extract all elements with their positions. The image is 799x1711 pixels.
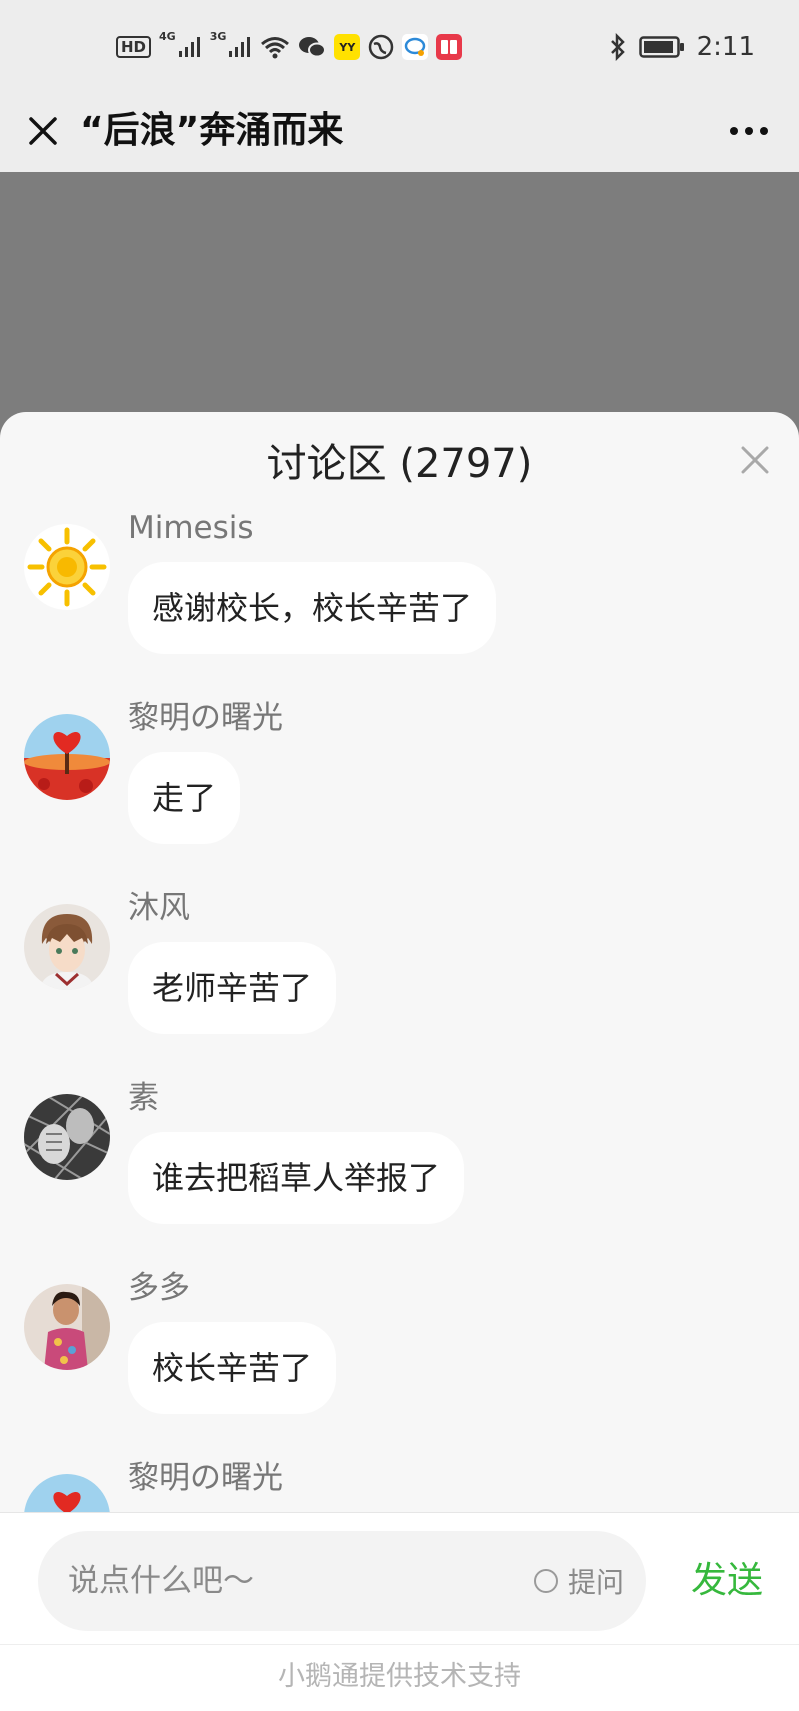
close-icon xyxy=(741,446,769,474)
battery-icon xyxy=(638,35,685,59)
heart-tree-avatar[interactable] xyxy=(24,714,110,800)
comment-item: 黎明の曙光 xyxy=(0,1458,799,1512)
comment-author: Mimesis xyxy=(128,510,254,546)
send-button[interactable]: 发送 xyxy=(691,1531,763,1631)
close-discussion-button[interactable] xyxy=(733,438,777,482)
child-photo-avatar[interactable] xyxy=(24,1284,110,1370)
wechat-icon xyxy=(298,35,327,59)
comment-author: 沐风 xyxy=(128,890,190,926)
chat-app-icon xyxy=(402,34,429,60)
input-bar: 说点什么吧～ 提问 发送 xyxy=(0,1512,799,1631)
close-page-button[interactable] xyxy=(20,108,66,154)
signal-4g-icon xyxy=(178,36,202,58)
comment-list[interactable]: Mimesis 感谢校长，校长辛苦了 黎明の曙光 走了 沐风 老师辛苦了 素 谁… xyxy=(0,508,799,1512)
powered-by-footer: 小鹅通提供技术支持 xyxy=(0,1644,799,1711)
comment-bubble[interactable]: 感谢校长，校长辛苦了 xyxy=(128,562,497,654)
status-bar: HD 4G 3G YY 2:11 xyxy=(0,0,799,92)
network-3g-label: 3G xyxy=(209,30,227,43)
comment-item: 素 谁去把稻草人举报了 xyxy=(0,1078,799,1268)
comment-bubble[interactable]: 走了 xyxy=(128,752,241,844)
comment-bubble[interactable]: 老师辛苦了 xyxy=(128,942,337,1034)
radio-icon[interactable] xyxy=(533,1569,558,1593)
discussion-sheet: 讨论区 (2797) Mimesis 感谢校长，校长辛苦了 黎明の曙光 走了 沐… xyxy=(0,412,799,1711)
comment-bubble[interactable]: 谁去把稻草人举报了 xyxy=(128,1132,465,1224)
ask-question-label: 提问 xyxy=(567,1566,624,1599)
anime-boy-avatar[interactable] xyxy=(24,904,110,990)
reader-app-icon xyxy=(436,34,463,60)
comment-author: 黎明の曙光 xyxy=(128,700,283,736)
comment-author: 多多 xyxy=(128,1270,190,1306)
comment-input-placeholder: 说点什么吧～ xyxy=(68,1563,254,1599)
network-4g-label: 4G xyxy=(159,30,176,43)
more-icon xyxy=(730,127,768,135)
yy-app-icon: YY xyxy=(334,34,361,60)
ask-question-toggle[interactable]: 提问 xyxy=(533,1531,624,1631)
close-icon xyxy=(29,117,57,145)
discussion-title: 讨论区 (2797) xyxy=(266,441,533,487)
comment-item: 多多 校长辛苦了 xyxy=(0,1268,799,1458)
hands-avatar[interactable] xyxy=(24,1094,110,1180)
more-options-button[interactable] xyxy=(721,108,777,154)
screen: HD 4G 3G YY 2:11 “后浪”奔涌而来 讨论区 (2797) Mim… xyxy=(0,0,799,1711)
browser-icon xyxy=(368,34,394,60)
hd-icon: HD xyxy=(116,36,152,58)
title-bar: “后浪”奔涌而来 xyxy=(0,92,799,172)
bluetooth-icon xyxy=(609,33,627,61)
page-title: “后浪”奔涌而来 xyxy=(80,110,344,151)
wifi-icon xyxy=(260,35,290,59)
clock: 2:11 xyxy=(696,32,755,62)
signal-3g-icon xyxy=(228,36,252,58)
comment-item: 沐风 老师辛苦了 xyxy=(0,888,799,1078)
comment-input[interactable]: 说点什么吧～ 提问 xyxy=(38,1531,646,1631)
heart-tree-avatar[interactable] xyxy=(24,1474,110,1512)
comment-author: 黎明の曙光 xyxy=(128,1460,283,1496)
status-icons-left: HD 4G 3G YY xyxy=(116,30,463,64)
comment-item: 黎明の曙光 走了 xyxy=(0,698,799,888)
comment-author: 素 xyxy=(128,1080,159,1116)
comment-item: Mimesis 感谢校长，校长辛苦了 xyxy=(0,508,799,698)
comment-bubble[interactable]: 校长辛苦了 xyxy=(128,1322,337,1414)
sun-avatar[interactable] xyxy=(24,524,110,610)
status-icons-right: 2:11 xyxy=(609,30,755,64)
